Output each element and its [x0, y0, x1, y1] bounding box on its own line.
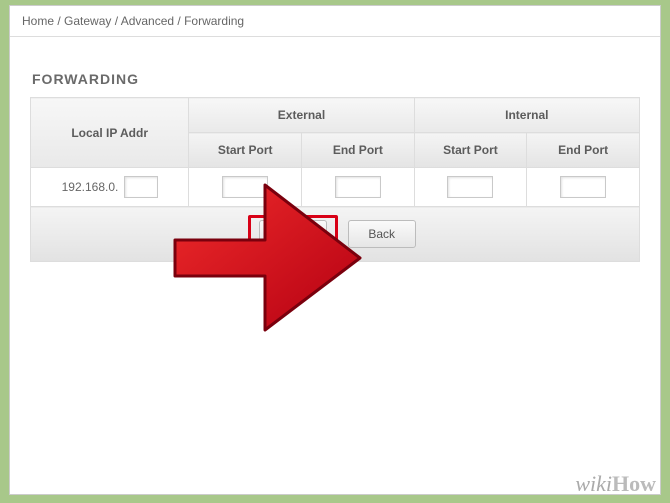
col-local-ip: Local IP Addr: [31, 98, 189, 168]
watermark: wikiHow: [575, 471, 656, 497]
int-end-port-input[interactable]: [560, 176, 606, 198]
col-ext-end: End Port: [301, 133, 414, 168]
ip-prefix-label: 192.168.0.: [62, 180, 119, 194]
col-external: External: [189, 98, 414, 133]
page-title: FORWARDING: [32, 71, 640, 87]
col-internal: Internal: [414, 98, 639, 133]
add-highlight: Add: [248, 215, 338, 253]
col-int-start: Start Port: [414, 133, 527, 168]
table-row: 192.168.0.: [31, 168, 640, 207]
action-row: Add Back: [31, 207, 640, 262]
breadcrumb: Home / Gateway / Advanced / Forwarding: [10, 6, 660, 37]
ext-end-port-input[interactable]: [335, 176, 381, 198]
watermark-how: How: [612, 471, 656, 496]
add-button[interactable]: Add: [259, 220, 327, 248]
back-button[interactable]: Back: [348, 220, 416, 248]
col-int-end: End Port: [527, 133, 640, 168]
ext-start-port-input[interactable]: [222, 176, 268, 198]
col-ext-start: Start Port: [189, 133, 302, 168]
content-area: FORWARDING Local IP Addr External Intern…: [10, 37, 660, 272]
watermark-wiki: wiki: [575, 471, 612, 496]
int-start-port-input[interactable]: [447, 176, 493, 198]
forwarding-table: Local IP Addr External Internal Start Po…: [30, 97, 640, 262]
app-frame: Home / Gateway / Advanced / Forwarding F…: [9, 5, 661, 495]
ip-octet-input[interactable]: [124, 176, 158, 198]
